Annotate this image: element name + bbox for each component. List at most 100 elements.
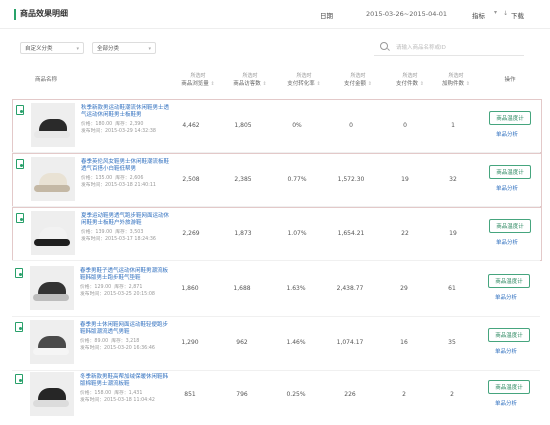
col-label: 商品访客数 [233, 81, 261, 87]
metric-selector[interactable]: 指标 [472, 10, 485, 20]
cell-units: 16 [400, 339, 408, 346]
sort-icon[interactable]: ⇕ [466, 81, 470, 87]
shoe-sole [33, 348, 69, 355]
product-thumbnail[interactable] [30, 372, 74, 416]
file-icon[interactable] [15, 322, 23, 332]
date-range-picker[interactable]: 2015-03-26~2015-04-01 [366, 10, 447, 18]
category-select-custom[interactable]: 自定义分类 ▾ [20, 42, 84, 54]
download-icon[interactable]: ↓ [503, 10, 508, 17]
col-label: 支付金额 [344, 81, 367, 87]
col-header-views[interactable]: 所选时 商品浏览量 ⇕ [176, 72, 220, 88]
product-thermometer-button[interactable]: 商品温度计 [489, 165, 531, 179]
cell-cart: 19 [449, 230, 457, 237]
file-icon[interactable] [16, 105, 24, 115]
cell-units: 0 [403, 122, 407, 129]
col-header-visitors[interactable]: 所选时 商品访客数 ⇕ [228, 72, 272, 88]
col-sub: 所选时 [448, 73, 464, 79]
product-thermometer-button[interactable]: 商品温度计 [489, 219, 531, 233]
product-stock: 库存：2,871 [114, 285, 143, 290]
cell-cvr: 0.77% [287, 176, 307, 183]
shoe-sole [34, 239, 70, 246]
col-header-conversion[interactable]: 所选时 支付转化率 ⇕ [282, 72, 326, 88]
category-select-all[interactable]: 全部分类 ▾ [92, 42, 156, 54]
category-select-custom-value: 自定义分类 [25, 46, 53, 52]
product-price: 价格：139.00 [81, 230, 113, 235]
product-thumbnail[interactable] [31, 157, 75, 201]
chevron-down-icon: ▾ [76, 46, 79, 52]
cell-amount: 1,572.30 [337, 176, 365, 183]
single-product-analysis-link[interactable]: 单品分析 [496, 184, 518, 192]
product-stock: 库存：1,431 [114, 391, 143, 396]
product-publish-time: 发布时间：2015-03-25 20:15:08 [80, 291, 155, 297]
category-select-all-value: 全部分类 [97, 46, 120, 52]
search-box[interactable] [374, 41, 524, 56]
file-icon[interactable] [15, 268, 23, 278]
product-meta: 价格：135.00 库存：2,606 发布时间：2015-03-18 21:40:… [81, 176, 181, 189]
row-divider [12, 260, 540, 261]
cell-visitors: 1,805 [234, 122, 252, 129]
col-sub: 所选时 [242, 73, 258, 79]
col-header-amount[interactable]: 所选时 支付金额 ⇕ [336, 72, 380, 88]
product-publish-time: 发布时间：2015-03-29 14:32:38 [81, 128, 156, 134]
product-name-link[interactable]: 夏季运动鞋男透气跑步鞋网面运动休闲鞋男士板鞋户外旅游鞋 [81, 213, 173, 227]
product-price: 价格：180.00 [81, 122, 113, 127]
col-header-cart[interactable]: 所选时 加购件数 ⇕ [434, 72, 478, 88]
single-product-analysis-link[interactable]: 单品分析 [495, 399, 517, 407]
shoe-sole [33, 400, 69, 407]
search-icon[interactable] [380, 42, 388, 50]
product-name-link[interactable]: 春季男鞋子透气运动休闲鞋男潮流板鞋韩版男士跑步鞋气垫鞋 [80, 268, 172, 282]
cell-cvr: 1.46% [286, 339, 306, 346]
cell-cvr: 1.63% [286, 285, 306, 292]
product-thermometer-button[interactable]: 商品温度计 [488, 274, 530, 288]
product-stock: 库存：2,390 [115, 122, 144, 127]
chevron-down-icon[interactable]: ▾ [494, 9, 497, 16]
sort-icon[interactable]: ⇕ [263, 81, 267, 87]
single-product-analysis-link[interactable]: 单品分析 [495, 293, 517, 301]
cell-units: 29 [400, 285, 408, 292]
col-label: 操作 [504, 77, 516, 83]
product-thumbnail[interactable] [30, 266, 74, 310]
cell-amount: 2,438.77 [336, 285, 364, 292]
sort-icon[interactable]: ⇕ [317, 81, 321, 87]
sort-icon[interactable]: ⇕ [420, 81, 424, 87]
single-product-analysis-link[interactable]: 单品分析 [496, 238, 518, 246]
product-name-link[interactable]: 春季英伦风女鞋男士休闲鞋潮流板鞋透气百搭小白鞋低帮男 [81, 159, 173, 173]
col-sub: 所选时 [296, 73, 312, 79]
table-row: 夏季运动鞋男透气跑步鞋网面运动休闲鞋男士板鞋户外旅游鞋价格：139.00 库存：… [12, 207, 542, 261]
chevron-down-icon: ▾ [148, 46, 151, 52]
single-product-analysis-link[interactable]: 单品分析 [496, 130, 518, 138]
col-sub: 所选时 [402, 73, 418, 79]
product-thumbnail[interactable] [31, 103, 75, 147]
table-row: 秋季新款男运动鞋潮流休闲鞋男士透气运动休闲鞋男士板鞋男价格：180.00 库存：… [12, 99, 542, 153]
sort-icon[interactable]: ⇕ [368, 81, 372, 87]
product-name-link[interactable]: 春季男士休闲鞋网面运动鞋轻便跑步鞋韩版潮流透气男鞋 [80, 322, 172, 336]
col-header-units[interactable]: 所选时 支付件数 ⇕ [388, 72, 432, 88]
single-product-analysis-link[interactable]: 单品分析 [495, 347, 517, 355]
product-name-link[interactable]: 秋季新款男运动鞋潮流休闲鞋男士透气运动休闲鞋男士板鞋男 [81, 105, 173, 119]
product-thermometer-button[interactable]: 商品温度计 [488, 328, 530, 342]
table-row: 春季男士休闲鞋网面运动鞋轻便跑步鞋韩版潮流透气男鞋价格：89.00 库存：3,2… [12, 317, 540, 369]
cell-views: 2,269 [182, 230, 200, 237]
file-icon[interactable] [16, 213, 24, 223]
product-thermometer-button[interactable]: 商品温度计 [488, 380, 530, 394]
col-sub: 所选时 [190, 73, 206, 79]
product-thumbnail[interactable] [31, 211, 75, 255]
product-stock: 库存：3,218 [111, 339, 140, 344]
product-stock: 库存：3,503 [115, 230, 144, 235]
download-button[interactable]: 下载 [511, 10, 524, 20]
sort-icon[interactable]: ⇕ [211, 81, 215, 87]
cell-units: 19 [401, 176, 409, 183]
product-price: 价格：129.00 [80, 285, 112, 290]
col-label: 商品名称 [34, 77, 57, 83]
product-thermometer-button[interactable]: 商品温度计 [489, 111, 531, 125]
file-icon[interactable] [15, 374, 23, 384]
product-name-link[interactable]: 冬季新款男鞋高帮加绒保暖休闲鞋韩版棉鞋男士潮流板鞋 [80, 374, 172, 388]
product-meta: 价格：158.00 库存：1,431 发布时间：2015-03-18 11:04:… [80, 391, 180, 404]
product-thumbnail[interactable] [30, 320, 74, 364]
search-input[interactable] [394, 41, 523, 55]
file-icon[interactable] [16, 159, 24, 169]
cell-cvr: 1.07% [287, 230, 307, 237]
product-price: 价格：89.00 [80, 339, 109, 344]
date-label: 日期 [320, 12, 333, 20]
cell-cvr: 0.25% [286, 391, 306, 398]
